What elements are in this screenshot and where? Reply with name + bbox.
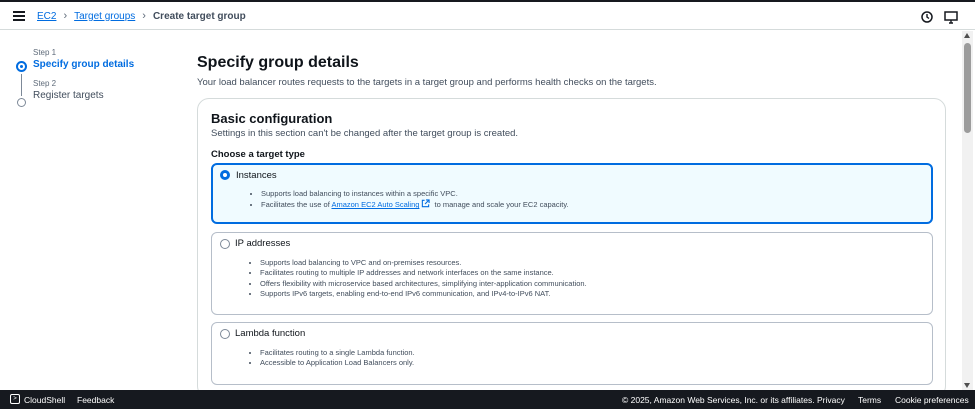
cookie-preferences-link[interactable]: Cookie preferences — [895, 395, 969, 405]
instances-label: Instances — [236, 170, 277, 181]
list-item: Supports IPv6 targets, enabling end-to-e… — [260, 289, 587, 299]
external-link-icon[interactable] — [421, 199, 431, 208]
ip-addresses-label: IP addresses — [235, 238, 291, 249]
step-1-label: Step 1 — [33, 48, 57, 57]
scroll-up-icon[interactable] — [964, 33, 970, 38]
lambda-function-radio[interactable] — [220, 329, 230, 339]
target-type-instances[interactable]: Instances Supports load balancing to ins… — [211, 163, 933, 224]
list-item: Offers flexibility with microservice bas… — [260, 279, 587, 289]
bullet-suffix: to manage and scale your EC2 capacity. — [432, 200, 569, 210]
scroll-down-icon[interactable] — [964, 383, 970, 388]
instances-bullets: Supports load balancing to instances wit… — [261, 189, 569, 211]
panel-title: Basic configuration — [211, 111, 333, 126]
breadcrumb: EC2 › Target groups › Create target grou… — [37, 10, 246, 22]
panel-description: Settings in this section can't be change… — [211, 128, 519, 139]
target-type-ip-addresses[interactable]: IP addresses Supports load balancing to … — [211, 232, 933, 315]
lambda-function-bullets: Facilitates routing to a single Lambda f… — [260, 348, 415, 369]
list-item: Facilitates the use of Amazon EC2 Auto S… — [261, 199, 569, 210]
breadcrumb-ec2[interactable]: EC2 — [37, 11, 56, 22]
step-1-name[interactable]: Specify group details — [33, 59, 165, 70]
chevron-right-icon: › — [63, 10, 68, 22]
auto-scaling-link[interactable]: Amazon EC2 Auto Scaling — [331, 200, 419, 209]
basic-configuration-panel: Basic configuration Settings in this sec… — [197, 98, 946, 398]
cloudshell-icon[interactable]: > — [10, 394, 20, 404]
target-type-label: Choose a target type — [211, 149, 305, 160]
lambda-function-label: Lambda function — [235, 328, 306, 339]
page-header: Specify group details Your load balancer… — [197, 54, 947, 88]
list-item: Facilitates routing to multiple IP addre… — [260, 268, 587, 278]
feedback-button[interactable]: Feedback — [77, 395, 114, 405]
privacy-link[interactable]: Privacy — [817, 395, 845, 405]
footer-bar: > CloudShell Feedback © 2025, Amazon Web… — [0, 390, 975, 409]
terms-link[interactable]: Terms — [858, 395, 881, 405]
screen-icon[interactable] — [944, 10, 958, 24]
breadcrumb-current: Create target group — [152, 10, 246, 22]
scroll-thumb[interactable] — [964, 43, 971, 133]
list-item: Accessible to Application Load Balancers… — [260, 358, 415, 368]
step-connector — [21, 74, 22, 96]
list-item: Facilitates routing to a single Lambda f… — [260, 348, 415, 358]
chevron-right-icon: › — [142, 10, 146, 22]
ip-addresses-bullets: Supports load balancing to VPC and on-pr… — [260, 258, 587, 299]
bullet-prefix: Facilitates the use of — [261, 200, 332, 210]
step-2-indicator — [17, 98, 26, 107]
vertical-scrollbar[interactable] — [962, 31, 973, 390]
step-2-label: Step 2 — [33, 79, 57, 88]
list-item: Supports load balancing to instances wit… — [261, 189, 569, 199]
breadcrumb-target-groups[interactable]: Target groups — [74, 11, 135, 22]
page-title: Specify group details — [197, 54, 359, 71]
step-2-name: Register targets — [33, 90, 104, 101]
top-navigation-bar: EC2 › Target groups › Create target grou… — [0, 0, 975, 30]
instances-radio[interactable] — [220, 170, 230, 180]
step-1-indicator — [16, 61, 27, 72]
target-type-lambda-function[interactable]: Lambda function Facilitates routing to a… — [211, 322, 933, 385]
page-description: Your load balancer routes requests to th… — [197, 77, 657, 88]
menu-icon[interactable] — [13, 11, 25, 21]
list-item: Supports load balancing to VPC and on-pr… — [260, 258, 587, 268]
ip-addresses-radio[interactable] — [220, 239, 230, 249]
cloudshell-button[interactable]: CloudShell — [24, 395, 65, 405]
copyright-text: © 2025, Amazon Web Services, Inc. or its… — [622, 395, 815, 405]
wizard-steps: Step 1 Specify group details Step 2 Regi… — [15, 48, 165, 107]
history-icon[interactable] — [920, 10, 934, 24]
